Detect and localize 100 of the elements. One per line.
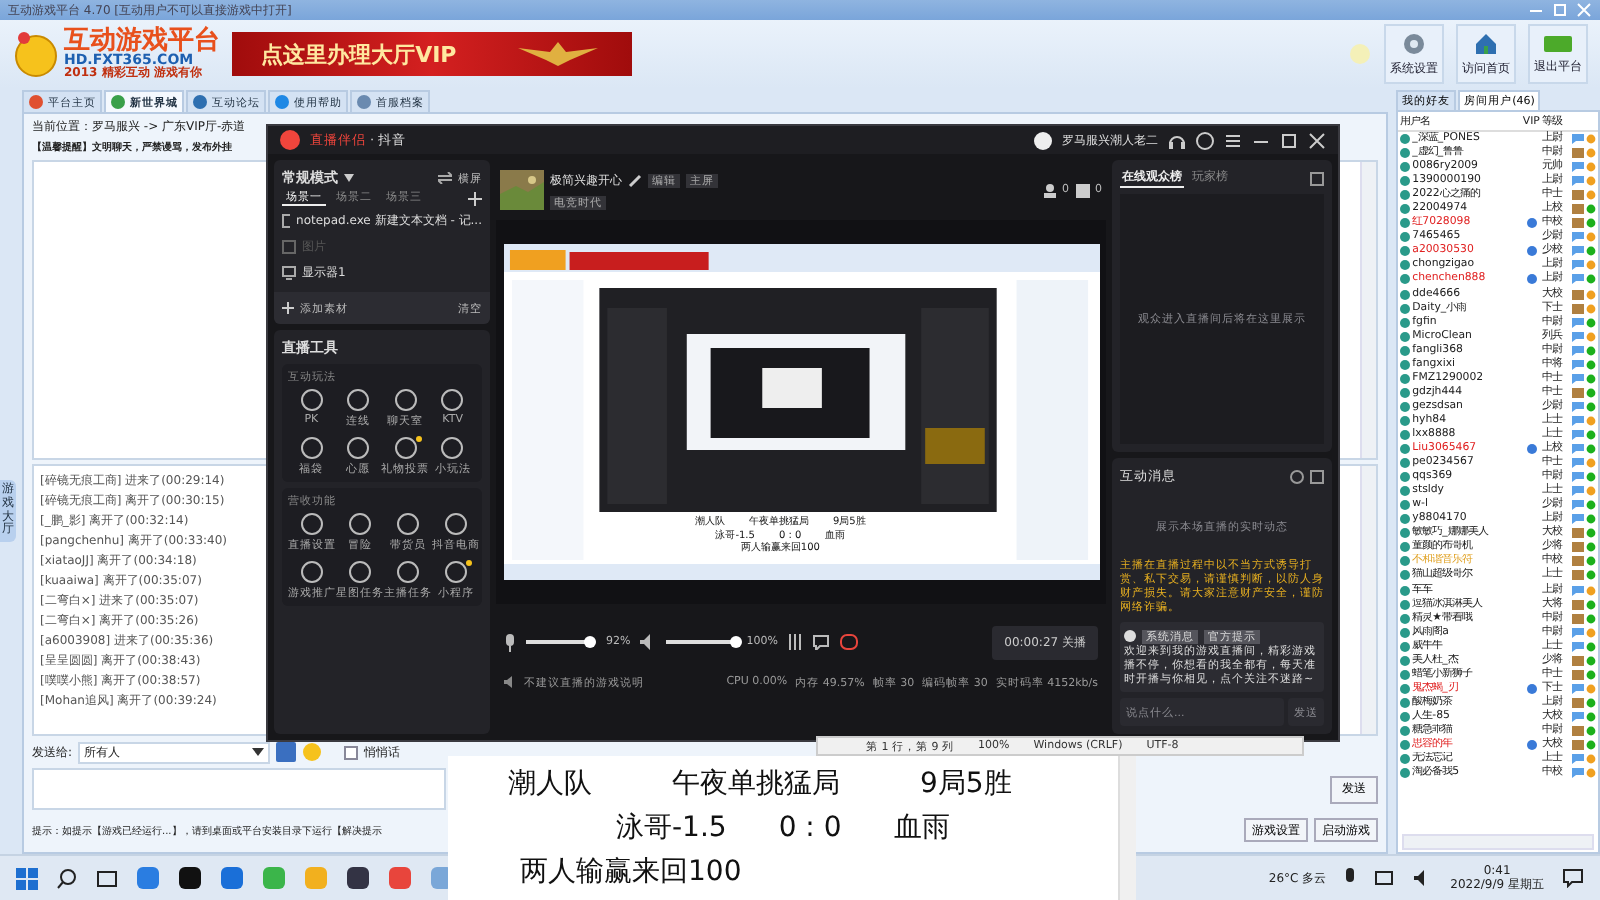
- notification-icon[interactable]: [1562, 868, 1584, 888]
- status-dot: [1586, 190, 1597, 201]
- status-dot: [1586, 148, 1597, 159]
- tab-icon: [356, 94, 372, 110]
- status-dot: [1586, 317, 1597, 328]
- status-dot: [1586, 599, 1597, 610]
- vip-icon: [1525, 274, 1538, 285]
- tab-icon: [274, 94, 290, 110]
- status-dot: [1586, 711, 1597, 722]
- plus-icon[interactable]: [468, 191, 482, 205]
- vip-icon: [1525, 218, 1538, 229]
- document-text: 两人输赢来回100: [520, 854, 742, 892]
- circle-icon: [300, 512, 324, 536]
- status-dot: [1586, 627, 1597, 638]
- box-icon: [1572, 740, 1585, 751]
- status-dot: [1586, 359, 1597, 370]
- status-dot: [1586, 303, 1597, 314]
- vip-banner[interactable]: 点这里办理大厅VIP: [232, 32, 632, 76]
- message-input[interactable]: [32, 768, 446, 811]
- equalizer-icon[interactable]: [787, 634, 802, 650]
- status-dot: [1586, 641, 1597, 652]
- logo-text: 互动游戏平台: [64, 28, 220, 54]
- box-icon: [1572, 542, 1585, 553]
- task-view-icon[interactable]: [96, 867, 118, 889]
- menu-icon[interactable]: [1224, 131, 1242, 149]
- status-dot: [1586, 274, 1597, 285]
- image-icon: [282, 240, 296, 254]
- status-dot: [1586, 345, 1597, 356]
- box-icon: [1572, 655, 1585, 666]
- status-dot: [1586, 768, 1597, 779]
- popout-icon[interactable]: [1310, 171, 1324, 185]
- headset-icon[interactable]: [1168, 131, 1186, 149]
- gear-icon: [1402, 31, 1426, 55]
- caret-icon: [252, 748, 265, 757]
- circle-icon: [393, 436, 418, 460]
- status-dot: [1586, 754, 1597, 765]
- swap-icon: [438, 172, 452, 184]
- tab-icon: [192, 94, 208, 110]
- scrollbar[interactable]: [1402, 834, 1595, 850]
- box-icon: [1572, 204, 1585, 215]
- record-icon[interactable]: [839, 634, 858, 650]
- close-icon[interactable]: [1308, 131, 1326, 149]
- status-dot: [1586, 415, 1597, 426]
- status-dot: [1586, 725, 1597, 736]
- settings-icon[interactable]: [1290, 469, 1304, 483]
- checkbox[interactable]: [344, 745, 359, 760]
- popout-icon[interactable]: [1310, 469, 1324, 483]
- box-icon: [1572, 148, 1585, 159]
- font-icon[interactable]: [276, 742, 297, 763]
- status-dot: [1586, 740, 1597, 751]
- circle-icon: [393, 388, 418, 412]
- status-dot: [1586, 472, 1597, 483]
- microphone-icon[interactable]: [504, 633, 516, 651]
- status-dot: [1586, 500, 1597, 511]
- caret-icon: [344, 174, 354, 182]
- slider-thumb[interactable]: [730, 635, 743, 647]
- search-icon[interactable]: [56, 867, 78, 889]
- box-icon: [1572, 303, 1585, 314]
- circle-icon: [396, 560, 420, 584]
- status-dot: [1586, 585, 1597, 596]
- slider-thumb[interactable]: [584, 635, 597, 647]
- network-icon[interactable]: [1374, 868, 1395, 888]
- app-icon[interactable]: [178, 866, 202, 890]
- status-dot: [1586, 669, 1597, 680]
- scrollbar[interactable]: [1360, 162, 1377, 458]
- document-text: 血雨: [893, 810, 950, 848]
- box-icon: [1572, 725, 1585, 736]
- windows-icon[interactable]: [16, 867, 38, 889]
- status-dot: [1586, 613, 1597, 624]
- box-icon: [1572, 599, 1585, 610]
- circle-icon: [348, 560, 372, 584]
- scrollbar[interactable]: [1360, 465, 1377, 735]
- microphone-icon[interactable]: [1344, 868, 1357, 888]
- status-dot: [1586, 528, 1597, 539]
- tab-icon: [28, 94, 44, 110]
- circle-icon: [299, 388, 324, 412]
- status-dot: [1586, 401, 1597, 412]
- box-icon: [1572, 697, 1585, 708]
- status-dot: [1586, 570, 1597, 581]
- chat-bubble-icon[interactable]: [811, 634, 830, 650]
- status-dot: [1586, 373, 1597, 384]
- document-text: 泳哥-1.5: [616, 810, 727, 848]
- status-dot: [1586, 655, 1597, 666]
- document-text: 9局5胜: [920, 766, 1012, 804]
- maximize-icon[interactable]: [1280, 131, 1298, 149]
- plus-icon[interactable]: [282, 302, 294, 314]
- scrollbar[interactable]: [1118, 756, 1136, 900]
- status-dot: [1586, 204, 1597, 215]
- box-icon: [1572, 556, 1585, 567]
- status-dot: [1586, 430, 1597, 440]
- house-icon: [1474, 31, 1498, 55]
- vip-icon: [1525, 246, 1538, 257]
- status-dot: [1586, 331, 1597, 342]
- app-icon[interactable]: [346, 866, 370, 890]
- circle-icon: [345, 388, 370, 412]
- help-icon[interactable]: [1196, 131, 1214, 149]
- status-dot: [1586, 246, 1597, 257]
- status-dot: [1586, 458, 1597, 469]
- circle-icon: [299, 436, 324, 460]
- box-icon: [1572, 528, 1585, 539]
